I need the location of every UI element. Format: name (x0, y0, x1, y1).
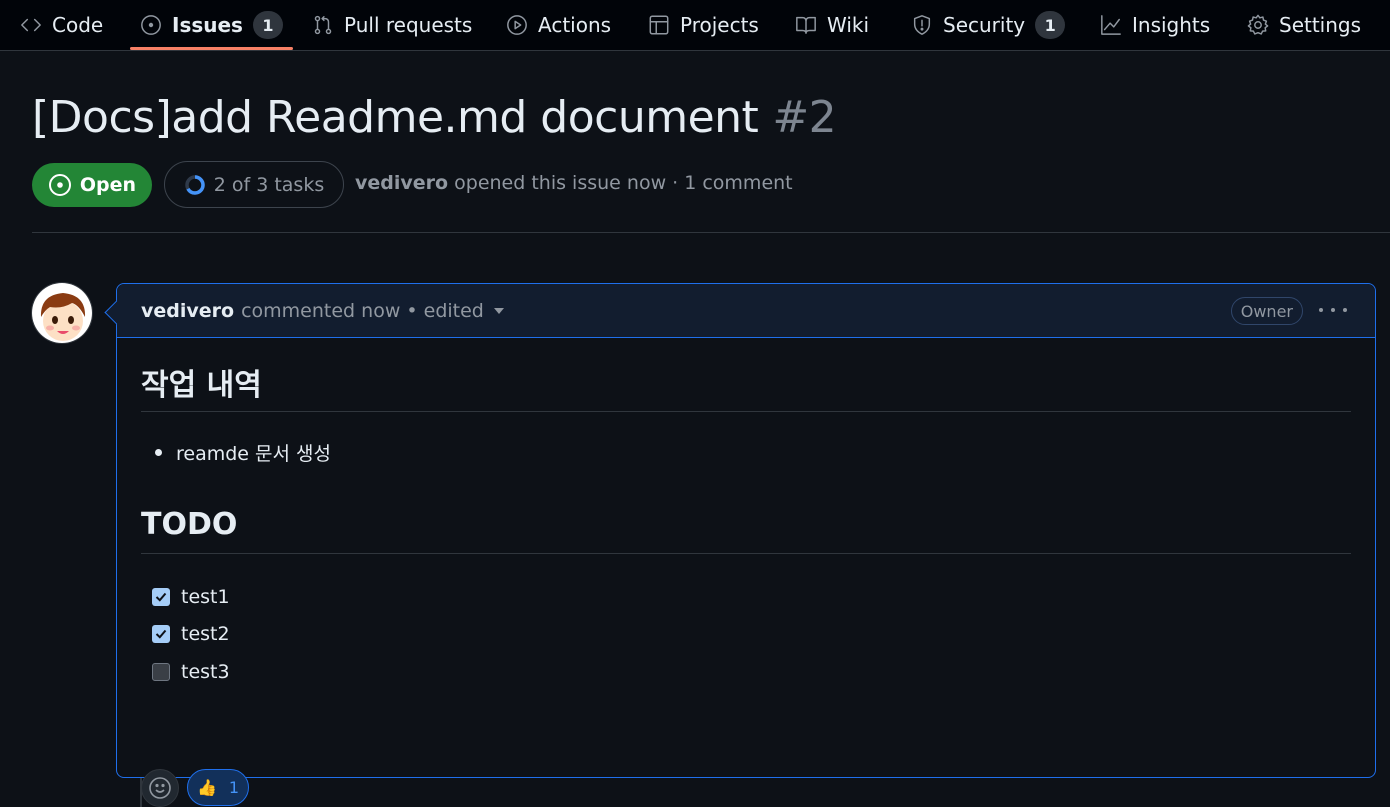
tasks-progress-label: 2 of 3 tasks (213, 173, 325, 196)
graph-icon (1101, 15, 1121, 35)
heading-todo: TODO (141, 507, 1351, 554)
tab-issues[interactable]: Issues 1 (130, 0, 293, 50)
table-icon (649, 15, 669, 35)
task-checkbox[interactable] (152, 588, 170, 606)
book-icon (796, 16, 816, 34)
comment-author-link[interactable]: vedivero (141, 300, 234, 322)
comment-header: vedivero commented now • edited Owner (117, 284, 1375, 338)
tab-issues-label: Issues (172, 13, 243, 37)
progress-ring-icon (184, 174, 205, 195)
issue-opened-icon (48, 174, 71, 196)
add-reaction-button[interactable] (141, 769, 179, 807)
tab-insights-label: Insights (1132, 13, 1211, 37)
reaction-count: 1 (228, 778, 240, 797)
git-pull-request-icon (314, 15, 332, 35)
issue-number: #2 (772, 92, 837, 143)
header-divider (32, 232, 1390, 233)
check-icon (155, 629, 167, 639)
issue-state-badge: Open (32, 163, 152, 207)
avatar[interactable] (31, 282, 93, 344)
repo-nav: Code Issues 1 Pull requests Actions Proj… (0, 0, 1390, 51)
task-label: test2 (181, 623, 230, 645)
play-icon (507, 15, 527, 35)
tab-pull-requests[interactable]: Pull requests (312, 0, 472, 50)
thumbs-up-reaction[interactable]: 👍 1 (187, 769, 249, 806)
comment-meta: commented now • edited (241, 299, 484, 322)
tab-actions[interactable]: Actions (506, 0, 611, 50)
tab-projects-label: Projects (680, 13, 759, 37)
tab-wiki[interactable]: Wiki (795, 0, 869, 50)
issue-meta: vedivero opened this issue now · 1 comme… (355, 172, 793, 194)
issues-count-badge: 1 (252, 11, 283, 39)
task-item: test2 (152, 623, 230, 645)
bullet-dot (155, 449, 162, 456)
avatar-image (32, 283, 92, 343)
security-count-badge: 1 (1035, 11, 1066, 39)
comment-options-button[interactable] (1319, 298, 1347, 322)
task-checkbox[interactable] (152, 663, 170, 681)
check-icon (155, 592, 167, 602)
kebab-dot (1343, 308, 1347, 312)
tab-pull-requests-label: Pull requests (344, 13, 473, 37)
tab-settings[interactable]: Settings (1247, 0, 1361, 50)
heading-work-log: 작업 내역 (141, 360, 1351, 412)
thumbs-up-icon: 👍 (196, 778, 217, 797)
issue-opened-icon (141, 15, 161, 35)
kebab-dot (1319, 308, 1323, 312)
edited-history-dropdown[interactable] (493, 307, 504, 314)
issue-meta-text: opened this issue now · 1 comment (454, 172, 793, 194)
issue-state-label: Open (79, 174, 137, 196)
tab-projects[interactable]: Projects (648, 0, 759, 50)
task-label: test3 (181, 661, 230, 683)
task-checkbox[interactable] (152, 625, 170, 643)
timeline-line (140, 778, 142, 807)
tasks-progress-button[interactable]: 2 of 3 tasks (164, 161, 344, 208)
task-item: test3 (152, 661, 230, 683)
task-item: test1 (152, 586, 230, 608)
tab-settings-label: Settings (1279, 13, 1362, 37)
issue-title-text: [Docs]add Readme.md document (32, 92, 759, 143)
owner-badge: Owner (1230, 297, 1303, 325)
task-label: test1 (181, 586, 230, 608)
comment-box: vedivero commented now • edited Owner 작업… (116, 283, 1376, 807)
smiley-icon (149, 777, 171, 799)
list-item-text: reamde 문서 생성 (176, 443, 331, 465)
tab-wiki-label: Wiki (827, 13, 870, 37)
tab-security-label: Security (943, 13, 1026, 37)
gear-icon (1247, 14, 1269, 35)
issue-title: [Docs]add Readme.md document #2 (32, 92, 837, 143)
issue-author-link[interactable]: vedivero (355, 172, 448, 194)
shield-icon (913, 15, 931, 35)
code-icon (21, 18, 41, 32)
tab-actions-label: Actions (538, 13, 612, 37)
tab-insights[interactable]: Insights (1100, 0, 1210, 50)
list-item: reamde 문서 생성 (155, 439, 331, 466)
tab-code-label: Code (52, 13, 104, 37)
tab-code[interactable]: Code (20, 0, 103, 50)
kebab-dot (1331, 308, 1335, 312)
tab-security[interactable]: Security 1 (911, 0, 1066, 50)
